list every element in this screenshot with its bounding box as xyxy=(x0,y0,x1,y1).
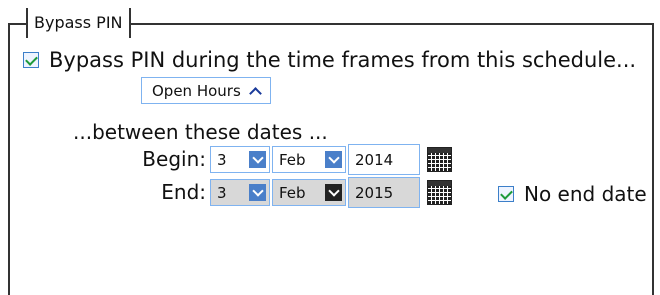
end-day-select[interactable]: 3 xyxy=(210,179,270,206)
no-end-date-label: No end date xyxy=(524,182,647,206)
bypass-pin-checkbox[interactable] xyxy=(23,52,39,68)
chevron-up-icon xyxy=(248,86,262,100)
chevron-down-icon[interactable] xyxy=(249,151,266,168)
bypass-pin-row[interactable]: Bypass PIN during the time frames from t… xyxy=(23,48,636,72)
begin-month-value: Feb xyxy=(279,150,306,169)
no-end-date-row[interactable]: No end date xyxy=(498,182,647,206)
end-month-select[interactable]: Feb xyxy=(272,179,346,206)
end-label: End: xyxy=(161,180,206,204)
begin-year-value: 2014 xyxy=(355,150,394,169)
bypass-pin-label: Bypass PIN during the time frames from t… xyxy=(49,48,637,72)
end-year-input[interactable]: 2015 xyxy=(348,177,420,208)
no-end-date-checkbox[interactable] xyxy=(498,186,514,202)
calendar-icon[interactable] xyxy=(427,180,452,205)
end-year-value: 2015 xyxy=(355,183,394,202)
schedule-dropdown[interactable]: Open Hours xyxy=(141,77,271,104)
dates-heading: ...between these dates ... xyxy=(73,120,328,144)
chevron-down-icon[interactable] xyxy=(249,184,266,201)
chevron-down-icon[interactable] xyxy=(325,184,342,201)
begin-label: Begin: xyxy=(142,147,206,171)
end-month-value: Feb xyxy=(279,183,306,202)
group-legend: Bypass PIN xyxy=(26,8,131,38)
calendar-icon[interactable] xyxy=(427,147,452,172)
schedule-dropdown-value: Open Hours xyxy=(152,81,241,100)
begin-day-select[interactable]: 3 xyxy=(210,146,270,173)
begin-month-select[interactable]: Feb xyxy=(272,146,346,173)
begin-year-input[interactable]: 2014 xyxy=(348,144,420,175)
end-day-value: 3 xyxy=(217,183,227,202)
begin-day-value: 3 xyxy=(217,150,227,169)
chevron-down-icon[interactable] xyxy=(325,151,342,168)
